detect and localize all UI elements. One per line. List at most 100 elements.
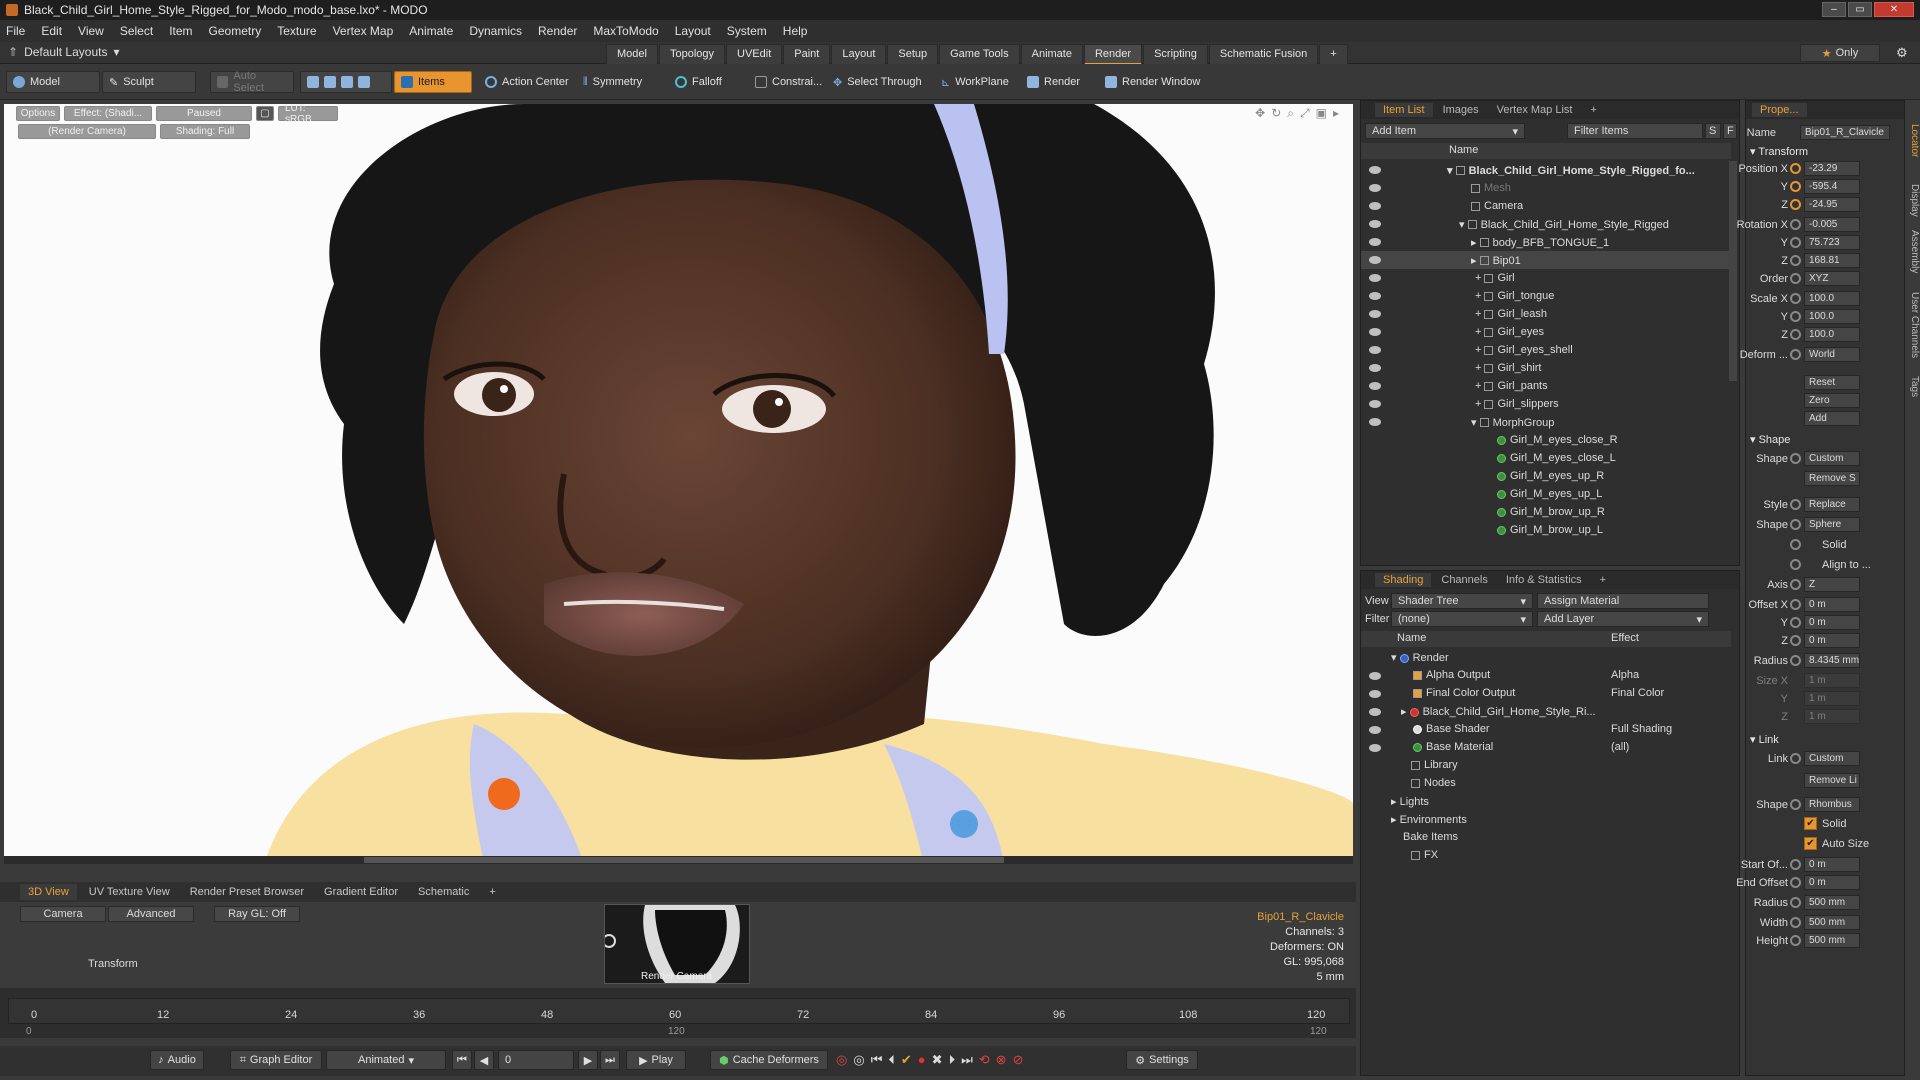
timeline-ruler[interactable]: 0 12 24 36 48 60 72 84 96 108 120 <box>8 998 1350 1024</box>
shader-row[interactable]: Bake Items <box>1361 829 1731 847</box>
visibility-eye-icon[interactable] <box>1369 744 1381 752</box>
viewport-menu-arrow-icon[interactable]: ▸ <box>1333 106 1339 121</box>
action-center-button[interactable]: Action Center <box>478 71 576 93</box>
add-item-dropdown[interactable]: Add Item ▾ <box>1365 123 1525 139</box>
tree-row-mesh[interactable]: Mesh <box>1361 179 1731 197</box>
current-frame-field[interactable]: 0 <box>498 1050 574 1070</box>
menu-vertex-map[interactable]: Vertex Map <box>333 24 394 38</box>
filter-toggle-button[interactable]: F <box>1723 123 1737 139</box>
step-back-icon[interactable]: ◀ <box>474 1050 494 1070</box>
side-tab-locator[interactable]: Locator <box>1906 124 1920 157</box>
viewport-options-button[interactable]: Options <box>16 106 60 121</box>
auto-select-button[interactable]: Auto Select <box>210 70 294 94</box>
shader-row[interactable]: Alpha Output Alpha <box>1361 667 1731 685</box>
tab-uv-texture-view[interactable]: UV Texture View <box>81 884 178 900</box>
render-camera-button[interactable]: (Render Camera) <box>18 124 156 139</box>
size-y-field[interactable]: 1 m <box>1804 691 1860 706</box>
maximize-viewport-icon[interactable]: ▣ <box>1316 106 1327 121</box>
deform-dropdown[interactable]: World <box>1804 347 1860 362</box>
side-tab-user-channels[interactable]: User Channels <box>1906 292 1920 358</box>
channel-dot-icon[interactable] <box>1790 329 1801 340</box>
tree-row-root[interactable]: ▾ Black_Child_Girl_Home_Style_Rigged_fo.… <box>1361 161 1731 179</box>
menu-maxtomodo[interactable]: MaxToModo <box>593 24 658 38</box>
menu-texture[interactable]: Texture <box>277 24 316 38</box>
visibility-eye-icon[interactable] <box>1369 166 1381 174</box>
offset-x-field[interactable]: 0 m <box>1804 597 1860 612</box>
remove-shape-button[interactable]: Remove S ... <box>1804 471 1860 486</box>
menu-render[interactable]: Render <box>538 24 577 38</box>
fit-icon[interactable]: ⤢ <box>1300 106 1310 121</box>
visibility-eye-icon[interactable] <box>1369 202 1381 210</box>
menu-help[interactable]: Help <box>783 24 808 38</box>
visibility-eye-icon[interactable] <box>1369 346 1381 354</box>
auto-key-icon[interactable]: ◎ <box>836 1052 847 1068</box>
rotation-x-field[interactable]: -0.005 <box>1804 217 1860 232</box>
tree-row-camera[interactable]: Camera <box>1361 197 1731 215</box>
tab-vertex-map-list[interactable]: Vertex Map List <box>1489 103 1581 117</box>
visibility-eye-icon[interactable] <box>1369 274 1381 282</box>
tree-row-girl-eyes[interactable]: + Girl_eyes <box>1361 323 1731 341</box>
key-clear-icon[interactable]: ⊗ <box>996 1052 1007 1068</box>
edges-mode-icon[interactable] <box>324 76 336 88</box>
key-filter-icon[interactable]: ◎ <box>853 1052 864 1068</box>
shader-row[interactable]: Final Color Output Final Color <box>1361 685 1731 703</box>
tab-gradient-editor[interactable]: Gradient Editor <box>316 884 406 900</box>
menu-geometry[interactable]: Geometry <box>209 24 262 38</box>
symmetry-button[interactable]: ⫴ Symmetry <box>576 71 649 93</box>
tree-row-morph[interactable]: Girl_M_brow_up_L <box>1361 521 1731 539</box>
channel-dot-icon[interactable] <box>1790 539 1801 550</box>
axis-dropdown[interactable]: Z <box>1804 577 1860 592</box>
offset-z-field[interactable]: 0 m <box>1804 633 1860 648</box>
menu-view[interactable]: View <box>78 24 104 38</box>
rotation-z-field[interactable]: 168.81 <box>1804 253 1860 268</box>
sculpt-mode-button[interactable]: ✎ Sculpt <box>102 71 196 93</box>
transform-section-header[interactable]: ▾ Transform <box>1750 145 1808 158</box>
key-delete-icon[interactable]: ⊘ <box>1013 1052 1024 1068</box>
ray-gl-button[interactable]: Ray GL: Off <box>214 906 300 922</box>
tab-model[interactable]: Model <box>606 44 658 65</box>
layouts-dropdown[interactable]: ⇑ Default Layouts ▾ <box>8 45 119 59</box>
tree-row-morph[interactable]: Girl_M_eyes_close_L <box>1361 449 1731 467</box>
render-window-button[interactable]: Render Window <box>1098 71 1207 93</box>
tab-item-list[interactable]: Item List <box>1375 103 1433 117</box>
prev-key-icon[interactable]: ⏮ <box>871 1052 883 1068</box>
visibility-eye-icon[interactable] <box>1369 708 1381 716</box>
channel-dot-icon[interactable] <box>1790 859 1801 870</box>
shader-row-effect[interactable]: (all) <box>1611 741 1629 753</box>
channel-dot-icon[interactable] <box>1790 349 1801 360</box>
shader-row-render[interactable]: ▾ Render <box>1361 649 1731 667</box>
side-tab-display[interactable]: Display <box>1906 184 1920 217</box>
size-z-field[interactable]: 1 m <box>1804 709 1860 724</box>
solid-checkbox[interactable]: ✔ <box>1804 817 1817 830</box>
menu-system[interactable]: System <box>727 24 767 38</box>
set-key-icon[interactable]: ✔ <box>901 1052 912 1068</box>
position-x-field[interactable]: -23.29 <box>1804 161 1860 176</box>
lock-icon[interactable]: ▢ <box>256 106 274 121</box>
workplane-button[interactable]: ⊾ WorkPlane <box>934 71 1016 93</box>
tab-schematic[interactable]: Schematic <box>410 884 477 900</box>
constrain-button[interactable]: Constrai... <box>748 71 829 93</box>
animated-dropdown[interactable]: Animated ▾ <box>326 1050 446 1070</box>
tree-row-girl-leash[interactable]: + Girl_leash <box>1361 305 1731 323</box>
close-button[interactable]: ✕ <box>1874 2 1914 17</box>
link-dropdown[interactable]: Custom <box>1804 751 1860 766</box>
channel-dot-icon[interactable] <box>1790 935 1801 946</box>
expand-arrow-icon[interactable]: ▾ <box>1447 165 1453 177</box>
effect-shading-button[interactable]: Effect: (Shadi... <box>64 106 152 121</box>
scale-z-field[interactable]: 100.0 <box>1804 327 1860 342</box>
shape2-dropdown[interactable]: Sphere <box>1804 517 1860 532</box>
channel-dot-icon[interactable] <box>1790 617 1801 628</box>
tab-render-preset-browser[interactable]: Render Preset Browser <box>182 884 312 900</box>
tab-layout[interactable]: Layout <box>831 44 887 65</box>
radius2-field[interactable]: 500 mm <box>1804 895 1860 910</box>
menu-file[interactable]: File <box>6 24 25 38</box>
visibility-eye-icon[interactable] <box>1369 418 1381 426</box>
record-icon[interactable]: ● <box>918 1052 926 1068</box>
tree-row-girl-slippers[interactable]: + Girl_slippers <box>1361 395 1731 413</box>
channel-dot-icon[interactable] <box>1790 255 1801 266</box>
reset-dropdown[interactable]: Reset <box>1804 375 1860 390</box>
visibility-eye-icon[interactable] <box>1369 238 1381 246</box>
menu-animate[interactable]: Animate <box>409 24 453 38</box>
menu-dynamics[interactable]: Dynamics <box>469 24 522 38</box>
zero-dropdown[interactable]: Zero <box>1804 393 1860 408</box>
